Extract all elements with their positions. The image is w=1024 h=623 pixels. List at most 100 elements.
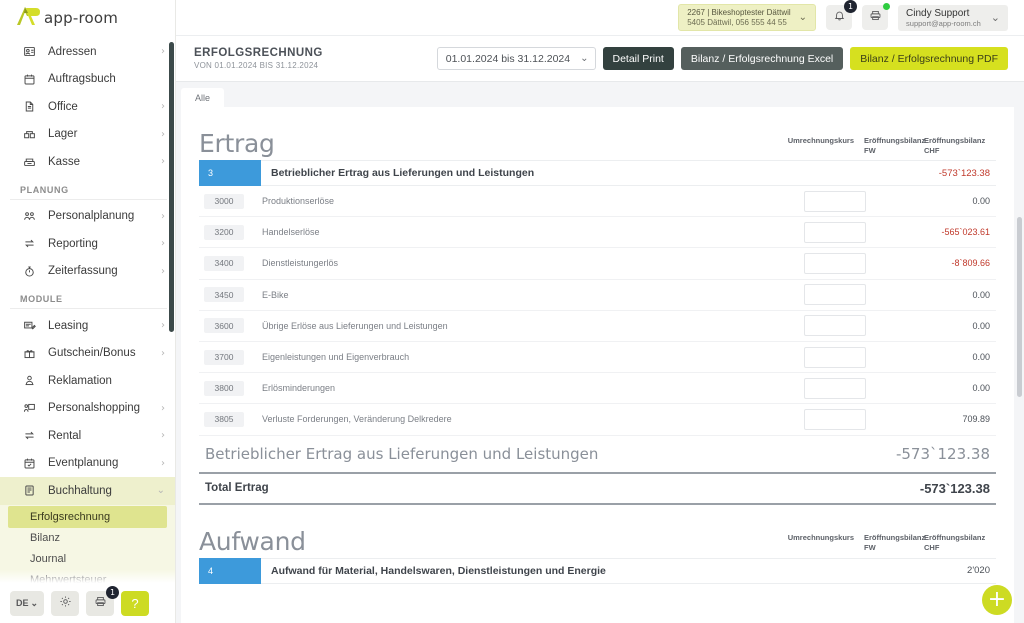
sidebar-item-reklamation[interactable]: Reklamation [0, 367, 175, 395]
table-row[interactable]: 3700 Eigenleistungen und Eigenverbrauch … [199, 342, 996, 373]
print-queue-button[interactable]: 1 [86, 591, 114, 616]
sidebar-subitem-journal[interactable]: Journal [0, 549, 175, 570]
fw-input[interactable] [804, 191, 866, 212]
sidebar-item-personalplanung[interactable]: Personalplanung › [0, 203, 175, 231]
sidebar-item-rental[interactable]: Rental › [0, 422, 175, 450]
export-excel-button[interactable]: Bilanz / Erfolgsrechnung Excel [681, 47, 843, 70]
account-number: 3800 [204, 381, 244, 396]
table-row[interactable]: 3000 Produktionserlöse 0.00 [199, 186, 996, 217]
sidebar-item-label: Personalshopping [48, 402, 161, 414]
branch-line1: 2267 | Bikeshoptester Dättwil [687, 8, 790, 17]
chevron-right-icon: › [161, 101, 165, 112]
table-row[interactable]: 3805 Verluste Forderungen, Veränderung D… [199, 404, 996, 435]
sidebar-group-planung: PLANUNG [10, 176, 167, 200]
account-number: 3600 [204, 318, 244, 333]
chevron-right-icon: › [161, 458, 165, 469]
chevron-right-icon: › [161, 129, 165, 140]
printer-icon [869, 9, 882, 27]
add-button[interactable]: + [982, 585, 1012, 615]
column-headers: Umrechnungskurs Eröffnungsbilanz FW Eröf… [762, 533, 996, 557]
chf-value: 0.00 [866, 383, 996, 393]
chevron-right-icon: › [161, 266, 165, 277]
period-select[interactable]: 01.01.2024 bis 31.12.2024 ⌄ [437, 47, 596, 70]
shopping-person-icon [20, 400, 38, 416]
help-button[interactable]: ? [121, 591, 149, 616]
table-row[interactable]: 3400 Dienstleistungerlös -8`809.66 [199, 248, 996, 279]
warehouse-icon [20, 126, 38, 142]
sidebar: app-room Adressen › Auftragsbuch [0, 0, 176, 623]
sidebar-item-kasse[interactable]: Kasse › [0, 148, 175, 176]
fw-input[interactable] [804, 378, 866, 399]
fw-input[interactable] [804, 253, 866, 274]
group-label: Aufwand für Material, Handelswaren, Dien… [261, 565, 866, 577]
sidebar-item-leasing[interactable]: Leasing › [0, 312, 175, 340]
sidebar-item-buchhaltung[interactable]: Buchhaltung ⌄ [0, 477, 175, 505]
address-card-icon [20, 44, 38, 60]
account-name: E-Bike [244, 290, 804, 300]
account-name: Verluste Forderungen, Veränderung Delkre… [244, 414, 804, 424]
sheet-wrapper: Ertrag Umrechnungskurs Eröffnungsbilanz … [176, 107, 1024, 623]
sidebar-scrollbar[interactable] [169, 42, 174, 332]
section-total-row: Total Ertrag -573`123.38 [199, 474, 996, 505]
print-button[interactable] [862, 5, 888, 30]
sidebar-item-personalshopping[interactable]: Personalshopping › [0, 395, 175, 423]
fw-input[interactable] [804, 315, 866, 336]
group-code-badge: 4 [199, 558, 261, 584]
page-subtitle: VON 01.01.2024 BIS 31.12.2024 [194, 61, 437, 70]
table-row[interactable]: 3800 Erlösminderungen 0.00 [199, 373, 996, 404]
cash-register-icon [20, 154, 38, 170]
language-selector[interactable]: DE ⌄ [10, 591, 44, 616]
chevron-right-icon: › [161, 403, 165, 414]
content-scrollbar[interactable] [1017, 217, 1022, 397]
branch-selector[interactable]: 2267 | Bikeshoptester Dättwil 5405 Dättw… [678, 4, 816, 31]
table-row[interactable]: 3450 E-Bike 0.00 [199, 280, 996, 311]
account-name: Dienstleistungerlös [244, 258, 804, 268]
fw-input[interactable] [804, 222, 866, 243]
sidebar-item-reporting[interactable]: Reporting › [0, 230, 175, 258]
account-number: 3200 [204, 225, 244, 240]
group-label: Betrieblicher Ertrag aus Lieferungen und… [261, 167, 866, 179]
sidebar-item-label: Kasse [48, 156, 161, 168]
fw-input[interactable] [804, 284, 866, 305]
table-row[interactable]: 3600 Übrige Erlöse aus Lieferungen und L… [199, 311, 996, 342]
tab-alle[interactable]: Alle [181, 88, 224, 107]
chevron-right-icon: › [161, 156, 165, 167]
sidebar-item-label: Zeiterfassung [48, 265, 161, 277]
sidebar-item-auftragsbuch[interactable]: Auftragsbuch [0, 66, 175, 94]
export-pdf-button[interactable]: Bilanz / Erfolgsrechnung PDF [850, 47, 1008, 70]
user-name: Cindy Support [906, 8, 981, 19]
sidebar-subitem-erfolgsrechnung[interactable]: Erfolgsrechnung [8, 506, 167, 528]
sidebar-subitem-mehrwertsteuer[interactable]: Mehrwertsteuer [0, 570, 175, 584]
total-value: -573`123.38 [920, 481, 996, 496]
brand-logo[interactable]: app-room [0, 0, 175, 36]
notifications-button[interactable]: 1 [826, 5, 852, 30]
section-header-ertrag: Ertrag Umrechnungskurs Eröffnungsbilanz … [199, 107, 996, 160]
user-menu[interactable]: Cindy Support support@app-room.ch ⌄ [898, 5, 1008, 31]
settings-button[interactable] [51, 591, 79, 616]
chf-value: -565`023.61 [866, 227, 996, 237]
sidebar-subitem-bilanz[interactable]: Bilanz [0, 528, 175, 549]
user-email: support@app-room.ch [906, 19, 981, 28]
gear-icon [59, 595, 72, 611]
sidebar-item-gutschein-bonus[interactable]: Gutschein/Bonus › [0, 340, 175, 368]
table-row[interactable]: 3200 Handelserlöse -565`023.61 [199, 217, 996, 248]
sidebar-item-label: Reklamation [48, 375, 165, 387]
group-row-3[interactable]: 3 Betrieblicher Ertrag aus Lieferungen u… [199, 160, 996, 186]
sidebar-item-lager[interactable]: Lager › [0, 121, 175, 149]
fw-input[interactable] [804, 347, 866, 368]
chevron-down-icon: ⌄ [157, 485, 165, 496]
sidebar-item-zeiterfassung[interactable]: Zeiterfassung › [0, 258, 175, 286]
app-room-logo-icon [14, 5, 40, 32]
account-name: Produktionserlöse [244, 196, 804, 206]
document-icon [20, 99, 38, 115]
tab-strip: Alle [176, 82, 1024, 107]
sidebar-item-adressen[interactable]: Adressen › [0, 38, 175, 66]
fw-input[interactable] [804, 409, 866, 430]
detail-print-button[interactable]: Detail Print [603, 47, 674, 70]
sidebar-footer-bar: DE ⌄ 1 ? [0, 583, 175, 623]
sidebar-item-eventplanung[interactable]: Eventplanung › [0, 450, 175, 478]
sidebar-item-office[interactable]: Office › [0, 93, 175, 121]
chevron-down-icon: ⌄ [799, 12, 807, 23]
report-sheet: Ertrag Umrechnungskurs Eröffnungsbilanz … [181, 107, 1014, 623]
group-row-4[interactable]: 4 Aufwand für Material, Handelswaren, Di… [199, 558, 996, 584]
